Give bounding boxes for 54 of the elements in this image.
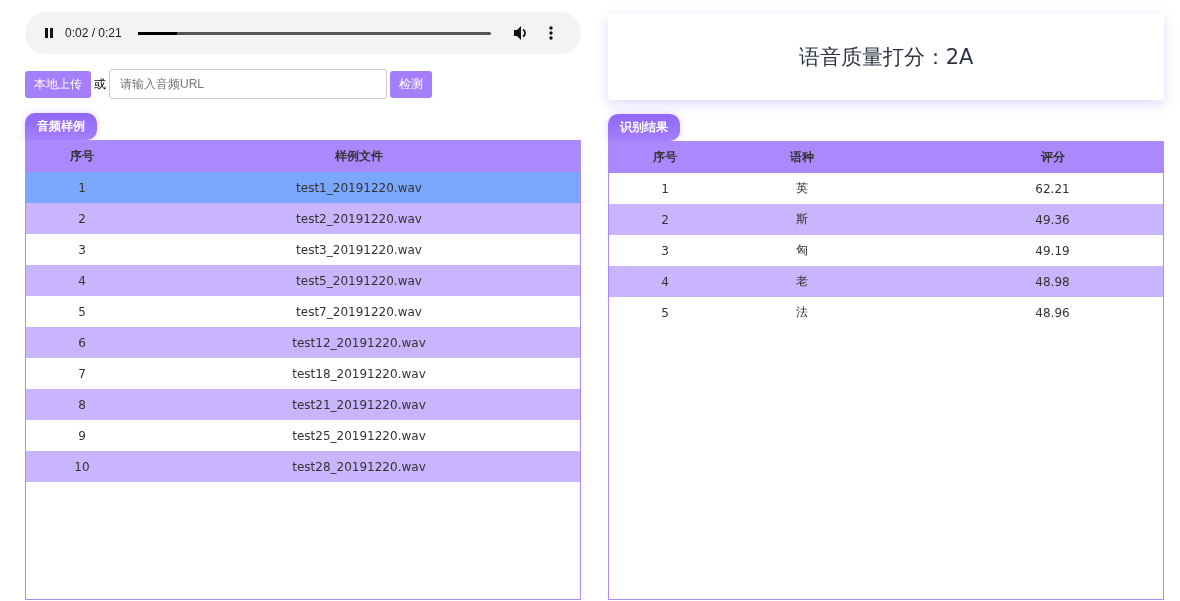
quality-score: 语音质量打分：2A (798, 44, 974, 71)
column-header: 序号 (653, 149, 677, 166)
more-options-icon[interactable] (549, 26, 553, 40)
column-header: 序号 (70, 148, 94, 165)
table-cell: 8 (78, 397, 86, 412)
sample-row[interactable]: 1 test1_20191220.wav (26, 172, 580, 203)
table-cell: test7_20191220.wav (296, 304, 422, 319)
table-cell: 49.36 (1035, 212, 1070, 227)
table-cell: 2 (661, 212, 669, 227)
table-cell: test21_20191220.wav (292, 397, 426, 412)
volume-icon[interactable] (513, 25, 529, 41)
sample-row[interactable]: 6 test12_20191220.wav (26, 327, 580, 358)
table-cell: 5 (661, 305, 669, 320)
table-cell: 3 (661, 243, 669, 258)
column-header: 语种 (789, 149, 815, 166)
table-cell-text: 匈 (795, 242, 809, 259)
table-cell: 1 (661, 181, 669, 196)
column-header: 样例文件 (335, 148, 383, 165)
url-input[interactable]: 请输入音频URL (109, 69, 387, 99)
sample-row[interactable]: 4 test5_20191220.wav (26, 265, 580, 296)
table-cell: test1_20191220.wav (296, 180, 422, 195)
table-cell: test2_20191220.wav (296, 211, 422, 226)
table-cell: 9 (78, 428, 86, 443)
pause-button[interactable] (43, 27, 55, 39)
table-cell: 49.19 (1035, 243, 1070, 258)
table-cell: test12_20191220.wav (292, 335, 426, 350)
table-cell-text: 英 (795, 180, 809, 197)
seek-bar[interactable] (137, 31, 491, 35)
table-cell: 4 (661, 274, 669, 289)
playback-time: 0:02 / 0:21 (65, 26, 122, 40)
table-cell: 5 (78, 304, 86, 319)
table-cell: 2 (78, 211, 86, 226)
table-cell-text: 老 (795, 273, 809, 290)
table-cell: 6 (78, 335, 86, 350)
sample-row[interactable]: 2 test2_20191220.wav (26, 203, 580, 234)
or-label: 或 (94, 75, 106, 93)
table-cell: test28_20191220.wav (292, 459, 426, 474)
table-cell: 7 (78, 366, 86, 381)
table-cell: 4 (78, 273, 86, 288)
table-cell: 48.98 (1035, 274, 1070, 289)
table-cell: test18_20191220.wav (292, 366, 426, 381)
table-cell-text: 斯 (795, 211, 809, 228)
column-header: 评分 (1040, 149, 1065, 166)
table-cell-text: 法 (795, 304, 809, 321)
sample-row[interactable]: 10 test28_20191220.wav (26, 451, 580, 482)
table-cell: 10 (74, 459, 90, 474)
table-cell: 48.96 (1035, 305, 1070, 320)
table-cell: 62.21 (1035, 181, 1070, 196)
table-cell: test5_20191220.wav (296, 273, 422, 288)
table-cell: 3 (78, 242, 86, 257)
table-cell: test25_20191220.wav (292, 428, 426, 443)
table-cell: test3_20191220.wav (296, 242, 422, 257)
sample-row[interactable]: 8 test21_20191220.wav (26, 389, 580, 420)
table-cell: 1 (78, 180, 86, 195)
